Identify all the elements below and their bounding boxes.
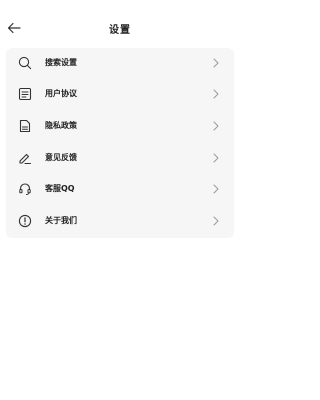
chevron-right-icon bbox=[212, 87, 220, 101]
settings-item-about-us[interactable]: 关于我们 bbox=[6, 206, 234, 237]
settings-item-label: 意见反馈 bbox=[45, 153, 77, 162]
chevron-right-icon bbox=[212, 214, 220, 228]
chevron-right-icon bbox=[212, 182, 220, 196]
settings-item-customer-service-qq[interactable]: 客服QQ bbox=[6, 174, 234, 205]
settings-item-label: 隐私政策 bbox=[45, 121, 77, 130]
page-title: 设置 bbox=[109, 25, 131, 36]
settings-item-label: 搜索设置 bbox=[45, 58, 77, 67]
document-icon bbox=[17, 86, 33, 102]
chevron-right-icon bbox=[212, 56, 220, 70]
settings-list: 搜索设置 用户协议 隐私政策 意见反馈 客服QQ 关于我们 bbox=[6, 48, 234, 238]
settings-item-privacy-policy[interactable]: 隐私政策 bbox=[6, 111, 234, 142]
settings-item-user-agreement[interactable]: 用户协议 bbox=[6, 79, 234, 110]
settings-item-search[interactable]: 搜索设置 bbox=[6, 48, 234, 79]
info-icon bbox=[17, 213, 33, 229]
headset-icon bbox=[17, 181, 33, 197]
chevron-right-icon bbox=[212, 119, 220, 133]
search-icon bbox=[17, 55, 33, 71]
edit-icon bbox=[17, 150, 33, 166]
settings-item-label: 关于我们 bbox=[45, 216, 77, 225]
file-icon bbox=[17, 118, 33, 134]
settings-item-label: 客服QQ bbox=[45, 184, 75, 193]
app-header: 设置 bbox=[0, 14, 240, 42]
settings-item-label: 用户协议 bbox=[45, 89, 77, 98]
chevron-right-icon bbox=[212, 151, 220, 165]
settings-item-feedback[interactable]: 意见反馈 bbox=[6, 143, 234, 174]
